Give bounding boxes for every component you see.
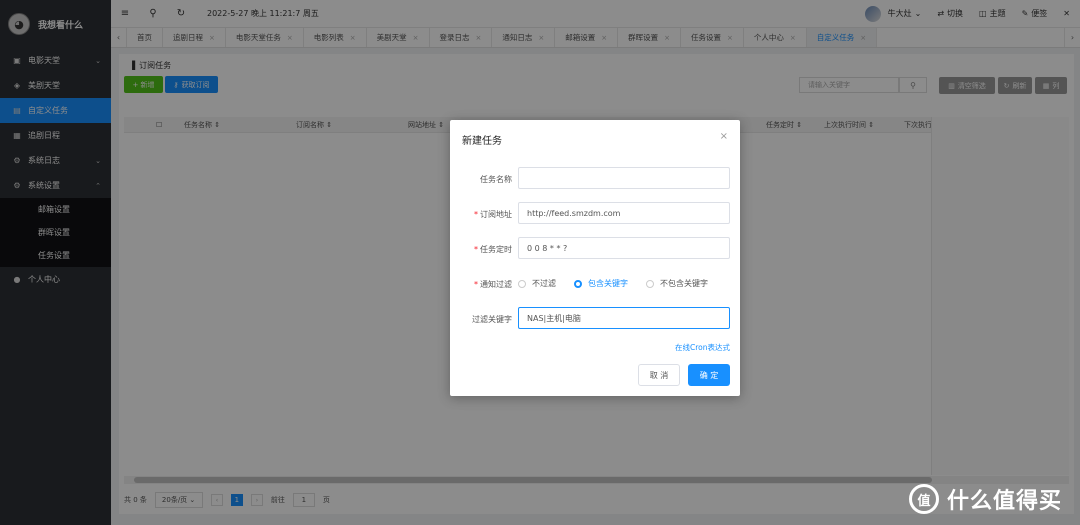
required-mark: * [474,210,478,219]
url-label: * 订阅地址 [450,209,512,220]
watermark-logo-icon: 值 [908,484,939,514]
close-icon[interactable]: × [720,131,728,142]
filter-label-text: 通知过滤 [480,280,512,289]
dialog-title: 新建任务 [462,136,502,147]
task-name-input[interactable] [518,167,730,189]
cron-input[interactable]: 0 0 8 * * ? [518,237,730,259]
watermark: 值 什么值得买 [908,483,1062,515]
url-input[interactable]: http://feed.smzdm.com [518,202,730,224]
cron-label-text: 任务定时 [480,245,512,254]
radio-exclude-keyword[interactable]: 不包含关键字 [646,278,708,289]
required-mark: * [474,245,478,254]
filter-label: * 通知过滤 [450,279,512,290]
required-mark: * [474,280,478,289]
cron-label: * 任务定时 [450,244,512,255]
radio-label: 不包含关键字 [660,279,708,288]
radio-label: 不过滤 [532,279,556,288]
radio-button[interactable] [518,279,526,288]
keywords-label: 过滤关键字 [472,315,512,324]
new-task-dialog: 新建任务 × 任务名称 * 订阅地址 http://feed.smzdm.com … [450,120,740,396]
radio-label: 包含关键字 [588,279,628,288]
url-label-text: 订阅地址 [480,210,512,219]
radio-no-filter[interactable]: 不过滤 [518,278,556,289]
radio-button[interactable] [574,279,582,288]
task-name-label: 任务名称 [480,175,512,184]
watermark-text: 什么值得买 [946,489,1062,514]
confirm-button[interactable]: 确 定 [688,364,730,386]
online-cron-link[interactable]: 在线Cron表达式 [675,342,730,353]
filter-radio-group: 不过滤 包含关键字 不包含关键字 [518,278,708,289]
keywords-input[interactable]: NAS|主机|电脑 [518,307,730,329]
radio-button[interactable] [646,279,654,288]
radio-include-keyword[interactable]: 包含关键字 [574,278,628,289]
cancel-button[interactable]: 取 消 [638,364,680,386]
